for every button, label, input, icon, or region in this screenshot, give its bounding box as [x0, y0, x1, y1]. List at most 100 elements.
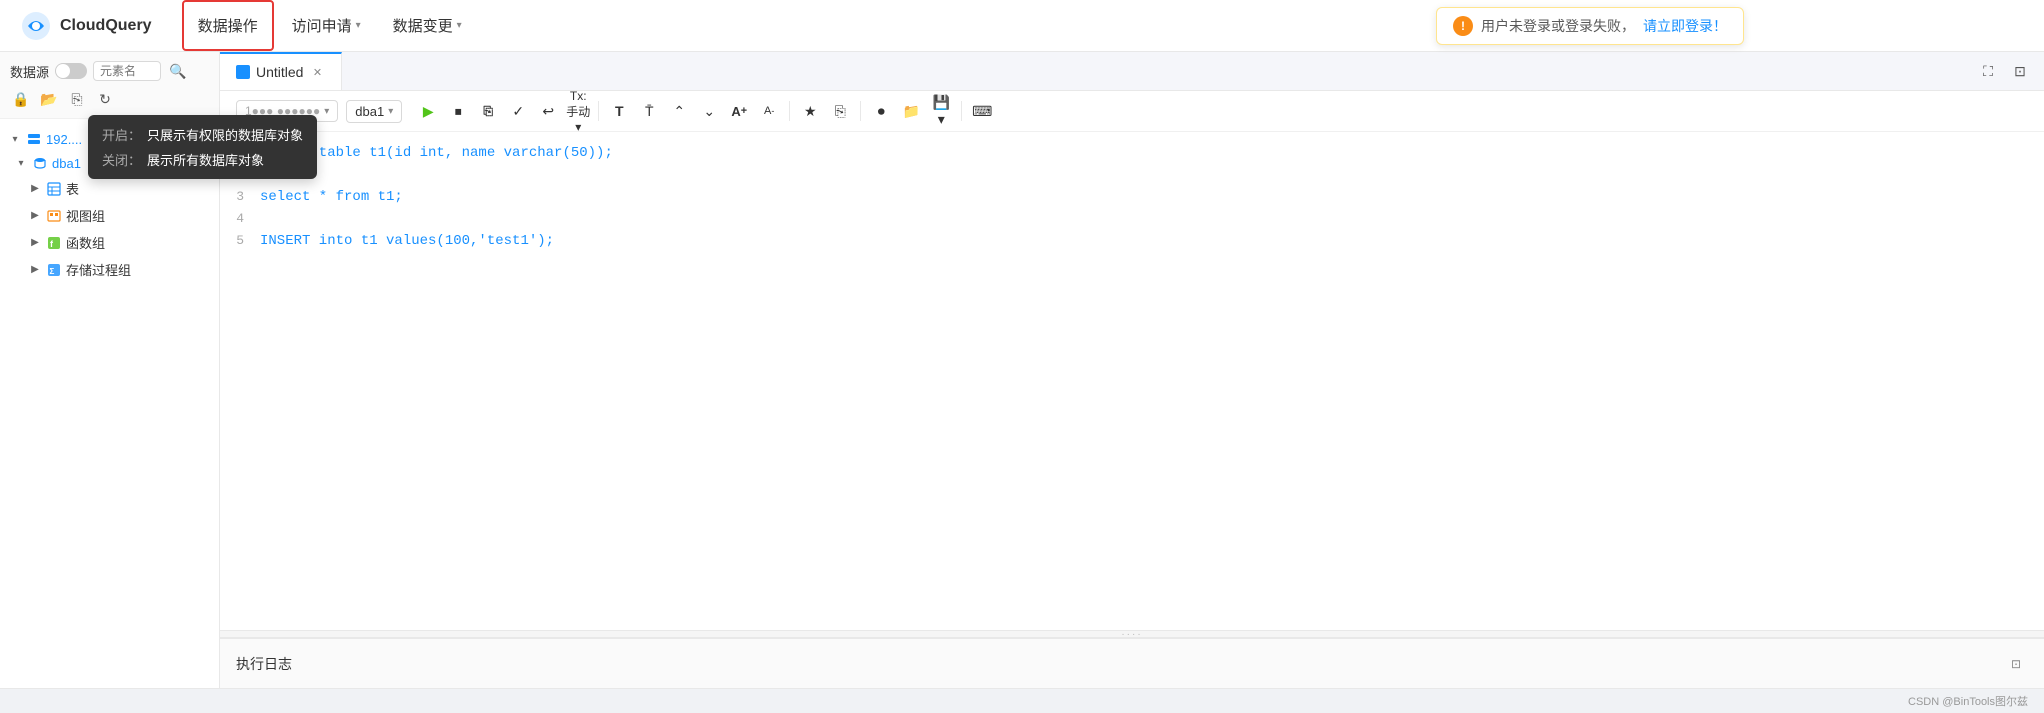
table-icon [46, 181, 62, 197]
toggle-switch[interactable] [55, 63, 87, 79]
format-up-button[interactable]: ⌃ [665, 97, 693, 125]
format-down-button[interactable]: ⌄ [695, 97, 723, 125]
tree-arrow-procedure: ▶ [28, 263, 42, 277]
resize-handle[interactable]: ···· [220, 630, 2044, 638]
warning-icon: ! [1453, 16, 1473, 36]
notification-link[interactable]: 请立即登录！ [1643, 16, 1727, 36]
format-T-button[interactable]: T [605, 97, 633, 125]
code-line-5: 5 INSERT into t1 values(100,'test1'); [220, 232, 2044, 254]
database-select[interactable]: dba1 ▾ [346, 100, 402, 123]
openfolder-button[interactable]: 📁 [897, 97, 925, 125]
server-icon [26, 131, 42, 147]
sidebar-toolbar: 数据源 🔍 🔒 📂 ⎘ ↻ [0, 52, 219, 119]
database-value: dba1 [355, 104, 384, 119]
tab-untitled[interactable]: Untitled ✕ [220, 52, 342, 90]
tree-arrow-table: ▶ [28, 182, 42, 196]
toggle-track[interactable] [55, 63, 87, 79]
datasource-label: 数据源 [10, 62, 49, 81]
line-content-3: select * from t1; [260, 189, 403, 205]
search-icon-btn[interactable]: 🔍 [167, 60, 189, 82]
tooltip-on-label: 开启： [102, 125, 141, 144]
table-label: 表 [66, 179, 79, 198]
svg-text:Σ: Σ [50, 267, 55, 276]
tree-node-function[interactable]: ▶ f 函数组 [0, 229, 219, 256]
code-line-4: 4 [220, 210, 2044, 232]
procedure-label: 存储过程组 [66, 260, 131, 279]
tree-arrow-host: ▾ [8, 132, 22, 146]
tree-area: ▾ 192.... ▾ dba1 ▶ 表 [0, 119, 219, 688]
database-icon [32, 155, 48, 171]
tooltip-box: 开启： 只展示有权限的数据库对象 关闭： 展示所有数据库对象 [88, 115, 317, 179]
chevron-icon-access: ▾ [356, 20, 361, 31]
nav-label-access-request: 访问申请 [292, 15, 352, 36]
save-button[interactable]: 💾 ▾ [927, 97, 955, 125]
log-expand-btn[interactable]: ⊡ [2004, 652, 2028, 676]
nav-item-data-ops[interactable]: 数据操作 [182, 0, 274, 51]
tree-node-table[interactable]: ▶ 表 [0, 175, 219, 202]
editor-toolbar: 1●●● ●●●●●● ▾ dba1 ▾ ▶ ⏹ ⎘ ✓ ↩ Tx: 手动 ▾ … [220, 91, 2044, 132]
saveas-button[interactable]: ⎘ [826, 97, 854, 125]
code-line-3: 3 select * from t1; [220, 188, 2044, 210]
sidebar-search-input[interactable] [93, 61, 161, 81]
tree-arrow-db: ▾ [14, 156, 28, 170]
stop-button[interactable]: ⏹ [444, 97, 472, 125]
footer: CSDN @BinTools图尔兹 [0, 688, 2044, 713]
line-number-5: 5 [220, 233, 260, 248]
view-icon [46, 208, 62, 224]
star-button[interactable]: ★ [796, 97, 824, 125]
tree-arrow-function: ▶ [28, 236, 42, 250]
refresh-icon-btn[interactable]: ↻ [94, 88, 116, 110]
tab-bar: Untitled ✕ ⛶ ⊡ [220, 52, 2044, 91]
expand-icon-btn[interactable]: ⛶ [1974, 57, 2002, 85]
tab-right-buttons: ⛶ ⊡ [1974, 57, 2044, 85]
line-number-3: 3 [220, 189, 260, 204]
lock-icon-btn[interactable]: 🔒 [10, 88, 32, 110]
nav-items: 数据操作 访问申请 ▾ 数据变更 ▾ [182, 0, 476, 51]
host-label: 192.... [46, 132, 82, 147]
logo-icon [20, 10, 52, 42]
tx-button[interactable]: Tx: 手动 ▾ [564, 97, 592, 125]
logo-area: CloudQuery [20, 10, 152, 42]
record-button[interactable]: ⏺ [867, 97, 895, 125]
tab-file-icon [236, 65, 250, 79]
play-button[interactable]: ▶ [414, 97, 442, 125]
tooltip-on-value: 只展示有权限的数据库对象 [147, 125, 303, 144]
copy-sql-button[interactable]: ⎘ [474, 97, 502, 125]
undo-button[interactable]: ↩ [534, 97, 562, 125]
tooltip-off-label: 关闭： [102, 150, 141, 169]
line-number-4: 4 [220, 211, 260, 226]
tree-node-procedure[interactable]: ▶ Σ 存储过程组 [0, 256, 219, 283]
log-panel: 执行日志 ⊡ [220, 638, 2044, 688]
db-label: dba1 [52, 156, 81, 171]
view-label: 视图组 [66, 206, 105, 225]
check-button[interactable]: ✓ [504, 97, 532, 125]
tooltip-off-value: 展示所有数据库对象 [147, 150, 264, 169]
font-up-button[interactable]: A+ [725, 97, 753, 125]
terminal-button[interactable]: ⌨ [968, 97, 996, 125]
function-label: 函数组 [66, 233, 105, 252]
main-area: 数据源 🔍 🔒 📂 ⎘ ↻ 开启： 只展示有权限的数据库对象 关闭： 展示所有数… [0, 52, 2044, 688]
tooltip-row-on: 开启： 只展示有权限的数据库对象 [102, 125, 303, 144]
font-down-button[interactable]: A- [755, 97, 783, 125]
sidebar: 数据源 🔍 🔒 📂 ⎘ ↻ 开启： 只展示有权限的数据库对象 关闭： 展示所有数… [0, 52, 220, 688]
format-overline-button[interactable]: T̄ [635, 97, 663, 125]
nav-item-access-request[interactable]: 访问申请 ▾ [278, 0, 375, 51]
tab-label: Untitled [256, 64, 303, 80]
connection-chevron: ▾ [324, 106, 329, 117]
toolbar-sep-3 [860, 101, 861, 121]
tab-close-btn[interactable]: ✕ [309, 64, 325, 80]
chevron-icon-change: ▾ [457, 20, 462, 31]
nav-item-data-change[interactable]: 数据变更 ▾ [379, 0, 476, 51]
toolbar-sep-4 [961, 101, 962, 121]
collapse-icon-btn[interactable]: ⊡ [2006, 57, 2034, 85]
log-label: 执行日志 [236, 654, 292, 674]
notification-banner: ! 用户未登录或登录失败， 请立即登录！ [1436, 7, 1744, 45]
folder-icon-btn[interactable]: 📂 [38, 88, 60, 110]
code-editor[interactable]: 1 create table t1(id int, name varchar(5… [220, 132, 2044, 630]
tree-node-view[interactable]: ▶ 视图组 [0, 202, 219, 229]
line-content-5: INSERT into t1 values(100,'test1'); [260, 233, 554, 249]
toolbar-sep-2 [789, 101, 790, 121]
notification-message: 用户未登录或登录失败， [1481, 16, 1635, 36]
tree-arrow-view: ▶ [28, 209, 42, 223]
copy-icon-btn[interactable]: ⎘ [66, 88, 88, 110]
